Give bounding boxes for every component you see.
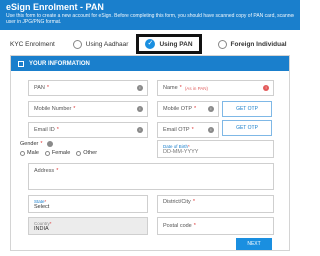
country-req: * [49, 220, 52, 226]
country-field: Country* INDIA [28, 217, 148, 235]
panel-header-icon [18, 60, 24, 67]
pan-req: * [46, 85, 50, 91]
option-using-pan[interactable]: ✓ Using PAN [136, 34, 202, 54]
info-icon[interactable]: i [208, 127, 214, 133]
email-req: * [56, 127, 59, 133]
page-title: eSign Enrolment - PAN [6, 2, 104, 12]
state-select[interactable]: State* Select [28, 195, 148, 213]
info-icon[interactable] [46, 141, 53, 147]
gender-req: * [40, 141, 43, 147]
mobile-otp-label: Mobile OTP [163, 106, 193, 112]
email-otp-req: * [191, 127, 194, 133]
mobile-req: * [73, 106, 76, 112]
gender-group: Gender * Male Female Other [20, 141, 103, 156]
gender-male-label: Male [27, 150, 39, 156]
get-mobile-otp-button[interactable]: GET OTP [222, 101, 272, 117]
district-field[interactable]: District/City * [157, 195, 274, 213]
postal-label: Postal code [163, 223, 192, 229]
postal-req: * [193, 223, 196, 229]
panel-header: YOUR INFORMATION [11, 56, 289, 71]
get-email-otp-button[interactable]: GET OTP [222, 120, 272, 136]
kyc-label: KYC Enrolment [10, 40, 55, 48]
address-req: * [56, 168, 59, 174]
kyc-enrolment-options: KYC Enrolment Using Aadhaar ✓ Using PAN … [0, 32, 300, 56]
name-note: (As in PAN) [184, 85, 208, 91]
mobile-label: Mobile Number [34, 106, 72, 112]
dob-field[interactable]: Date of Birth* DD-MM-YYYY [157, 140, 274, 158]
radio-aadhaar[interactable] [72, 39, 82, 49]
country-value: INDIA [34, 225, 49, 232]
pan-label: PAN [34, 85, 45, 91]
option-using-aadhaar[interactable]: Using Aadhaar [72, 39, 129, 49]
gender-other-label: Other [83, 150, 98, 156]
pan-field[interactable]: PAN * i [28, 80, 148, 96]
check-icon: ✓ [145, 39, 156, 49]
option-aadhaar-label: Using Aadhaar [85, 40, 129, 48]
district-req: * [192, 199, 195, 205]
gender-label: Gender [20, 141, 39, 147]
page-subtitle-line2: user in JPG/PNG format. [6, 19, 62, 25]
gender-female-label: Female [51, 150, 71, 156]
radio-other[interactable] [76, 150, 82, 156]
gender-female[interactable]: Female [44, 150, 71, 156]
dob-placeholder: DD-MM-YYYY [163, 148, 199, 155]
radio-foreign[interactable] [217, 39, 227, 49]
panel-title: YOUR INFORMATION [29, 60, 90, 67]
address-field[interactable]: Address * [28, 163, 274, 190]
option-pan-label: Using PAN [159, 40, 193, 48]
next-button[interactable]: NEXT [236, 238, 272, 250]
info-icon[interactable]: i [137, 106, 143, 112]
email-otp-field[interactable]: Email OTP * i [157, 122, 219, 138]
info-icon[interactable]: i [137, 85, 143, 91]
state-value: Select [34, 203, 50, 210]
name-req: * [179, 85, 182, 91]
email-label: Email ID [34, 127, 55, 133]
option-foreign-label: Foreign Individual [230, 40, 287, 48]
option-foreign-individual[interactable]: Foreign Individual [217, 39, 287, 49]
mobile-otp-field[interactable]: Mobile OTP * i [157, 101, 219, 117]
info-icon[interactable]: i [137, 127, 143, 133]
name-label: Name [163, 85, 178, 91]
alert-icon[interactable]: ! [263, 85, 269, 91]
district-label: District/City [163, 199, 191, 205]
gender-other[interactable]: Other [76, 150, 97, 156]
email-field[interactable]: Email ID * i [28, 122, 148, 138]
email-otp-label: Email OTP [163, 127, 190, 133]
radio-male[interactable] [20, 150, 25, 156]
address-label: Address [34, 168, 55, 174]
radio-female[interactable] [44, 150, 50, 156]
info-icon[interactable]: i [208, 106, 214, 112]
name-field[interactable]: Name * (As in PAN) ! [157, 80, 274, 96]
gender-male[interactable]: Male [20, 150, 39, 156]
postal-code-field[interactable]: Postal code * [157, 217, 274, 235]
mobile-number-field[interactable]: Mobile Number * i [28, 101, 148, 117]
mobile-otp-req: * [194, 106, 197, 112]
page-header: eSign Enrolment - PAN Use this form to c… [0, 0, 300, 30]
